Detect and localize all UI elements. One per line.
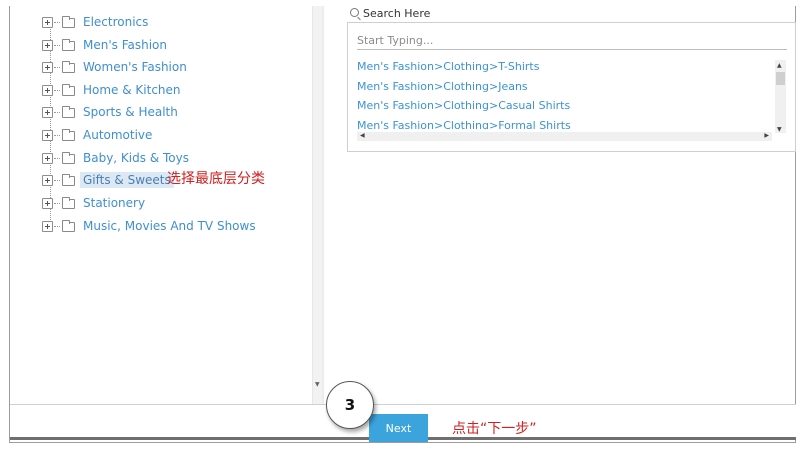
expand-plus-icon[interactable] <box>42 174 53 186</box>
scroll-right-arrow-icon[interactable]: ▶ <box>764 132 769 139</box>
results-vertical-scrollbar[interactable]: ▲ ▼ <box>775 60 786 133</box>
tree-node-electronics[interactable]: Electronics <box>42 12 151 32</box>
folder-icon <box>62 220 75 232</box>
expand-plus-icon[interactable] <box>42 39 53 51</box>
tree-node-stationery[interactable]: Stationery <box>42 193 148 213</box>
expand-plus-icon[interactable] <box>42 61 53 73</box>
tree-node-label[interactable]: Women's Fashion <box>80 59 190 75</box>
folder-icon <box>62 197 75 209</box>
tree-node-label[interactable]: Men's Fashion <box>80 37 170 53</box>
expand-plus-icon[interactable] <box>42 129 53 141</box>
folder-icon <box>62 129 75 141</box>
tree-node-music-movies[interactable]: Music, Movies And TV Shows <box>42 216 259 236</box>
scroll-left-arrow-icon[interactable]: ◀ <box>360 132 365 139</box>
expand-plus-icon[interactable] <box>42 152 53 164</box>
expand-plus-icon[interactable] <box>42 16 53 28</box>
scroll-thumb[interactable] <box>776 72 785 85</box>
annotation-click-next: 点击“下一步” <box>452 421 537 437</box>
tree-node-home-kitchen[interactable]: Home & Kitchen <box>42 80 184 100</box>
folder-icon <box>62 174 75 186</box>
search-icon <box>350 8 359 17</box>
tree-node-sports-health[interactable]: Sports & Health <box>42 102 181 122</box>
tree-node-label[interactable]: Sports & Health <box>80 104 181 120</box>
tree-node-mens-fashion[interactable]: Men's Fashion <box>42 35 170 55</box>
step-number-badge: 3 <box>326 381 374 429</box>
search-result-item[interactable]: Men's Fashion>Clothing>Casual Shirts <box>357 96 771 116</box>
folder-icon <box>62 84 75 96</box>
search-result-item[interactable]: Men's Fashion>Clothing>Jeans <box>357 77 771 97</box>
folder-icon <box>62 106 75 118</box>
next-button[interactable]: Next <box>369 414 428 442</box>
scroll-down-arrow-icon[interactable]: ▼ <box>777 126 782 133</box>
scroll-down-arrow-icon[interactable]: ▼ <box>315 381 320 388</box>
tree-node-label-selected[interactable]: Gifts & Sweets <box>80 172 174 188</box>
folder-icon <box>62 39 75 51</box>
tree-node-gifts-sweets[interactable]: Gifts & Sweets <box>42 170 174 190</box>
tree-node-label[interactable]: Home & Kitchen <box>80 82 184 98</box>
search-input[interactable] <box>357 31 787 50</box>
tree-node-label[interactable]: Music, Movies And TV Shows <box>80 218 259 234</box>
tree-node-label[interactable]: Stationery <box>80 195 148 211</box>
category-tree-panel: Electronics Men's Fashion Women's Fashio… <box>10 6 312 404</box>
search-heading: Search Here <box>350 7 430 20</box>
folder-icon <box>62 152 75 164</box>
tree-node-label[interactable]: Automotive <box>80 127 155 143</box>
search-result-item[interactable]: Men's Fashion>Clothing>T-Shirts <box>357 57 771 77</box>
panel-divider <box>322 6 324 404</box>
expand-plus-icon[interactable] <box>42 106 53 118</box>
tree-node-automotive[interactable]: Automotive <box>42 125 155 145</box>
search-panel: Men's Fashion>Clothing>T-Shirts Men's Fa… <box>347 22 796 152</box>
expand-plus-icon[interactable] <box>42 220 53 232</box>
search-results-list: Men's Fashion>Clothing>T-Shirts Men's Fa… <box>357 57 771 129</box>
folder-icon <box>62 61 75 73</box>
tree-node-label[interactable]: Baby, Kids & Toys <box>80 150 192 166</box>
expand-plus-icon[interactable] <box>42 84 53 96</box>
tree-node-baby-kids-toys[interactable]: Baby, Kids & Toys <box>42 148 192 168</box>
scroll-up-arrow-icon[interactable]: ▲ <box>777 62 782 69</box>
folder-icon <box>62 16 75 28</box>
annotation-select-category: 选择最底层分类 <box>167 171 265 187</box>
search-result-item[interactable]: Men's Fashion>Clothing>Formal Shirts <box>357 116 771 130</box>
tree-node-womens-fashion[interactable]: Women's Fashion <box>42 57 190 77</box>
search-heading-text: Search Here <box>363 7 431 20</box>
expand-plus-icon[interactable] <box>42 197 53 209</box>
tree-node-label[interactable]: Electronics <box>80 14 151 30</box>
results-horizontal-scrollbar[interactable]: ◀ ▶ <box>357 132 772 141</box>
